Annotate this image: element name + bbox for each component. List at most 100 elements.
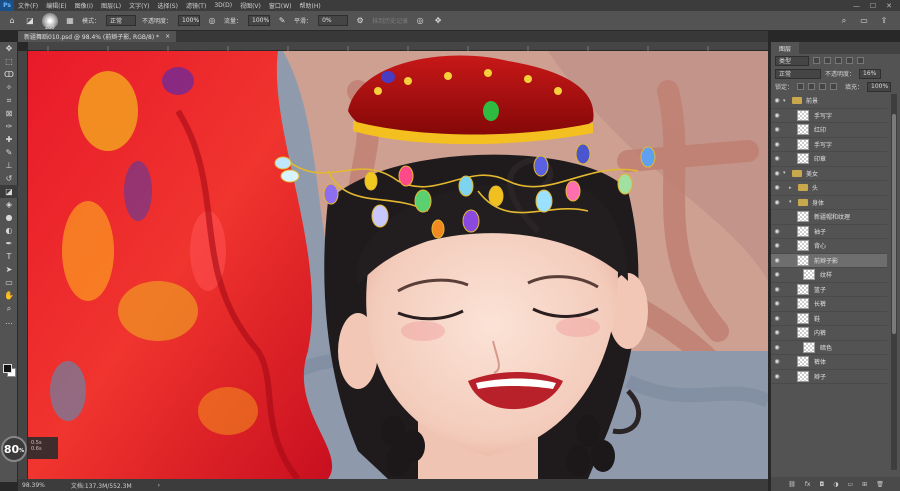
- type-tool-icon[interactable]: T: [0, 250, 18, 263]
- layer-filter-select[interactable]: 类型: [775, 55, 809, 66]
- document-tab[interactable]: 新疆舞蹈010.psd @ 98.4% (前辫子影, RGB/8) * ×: [18, 31, 177, 42]
- history-brush-icon[interactable]: ↺: [0, 172, 18, 185]
- frame-tool-icon[interactable]: ⊠: [0, 107, 18, 120]
- pressure-size-icon[interactable]: ◎: [414, 15, 426, 27]
- marquee-tool-icon[interactable]: ⬚: [0, 55, 18, 68]
- lock-image-icon[interactable]: [808, 83, 816, 90]
- layer-row[interactable]: ◉ 袖子: [771, 225, 887, 239]
- lock-position-icon[interactable]: [819, 83, 827, 90]
- visibility-eye-icon[interactable]: ◉: [771, 315, 783, 322]
- eraser-tool-icon[interactable]: ◪: [0, 185, 18, 198]
- pen-tool-icon[interactable]: ✒: [0, 237, 18, 250]
- eyedropper-icon[interactable]: ✑: [0, 120, 18, 133]
- flow-field[interactable]: 100%: [248, 15, 271, 26]
- layer-row[interactable]: ◉ 手写字: [771, 138, 887, 152]
- filter-type-icon[interactable]: [835, 57, 842, 64]
- layer-row[interactable]: ◉ 红印: [771, 123, 887, 138]
- visibility-eye-icon[interactable]: ◉: [771, 358, 783, 365]
- filter-adjust-icon[interactable]: [824, 57, 831, 64]
- visibility-eye-icon[interactable]: ◉: [771, 155, 783, 162]
- layer-group-row[interactable]: ◉ ▾ 美女: [771, 167, 887, 181]
- lock-transparent-icon[interactable]: [797, 83, 805, 90]
- menu-layer[interactable]: 图层(L): [97, 1, 125, 10]
- layer-row[interactable]: ◉ 纹样: [771, 268, 887, 283]
- healing-brush-icon[interactable]: ✚: [0, 133, 18, 146]
- chevron-down-icon[interactable]: ▾: [789, 199, 796, 205]
- layer-row[interactable]: ◉ 印章: [771, 152, 887, 167]
- smooth-field[interactable]: 0%: [318, 15, 349, 26]
- clone-stamp-icon[interactable]: ⊥: [0, 159, 18, 172]
- chevron-down-icon[interactable]: ▾: [783, 98, 790, 104]
- layer-group-row[interactable]: ◉ ▾ 身体: [771, 196, 887, 210]
- visibility-eye-icon[interactable]: ◉: [771, 344, 783, 351]
- new-group-icon[interactable]: ▭: [847, 481, 853, 488]
- foreground-color-swatch[interactable]: [3, 364, 12, 373]
- erase-to-history-checkbox[interactable]: 抹到历史记录: [372, 16, 408, 25]
- color-swatches[interactable]: [3, 364, 16, 377]
- close-window-icon[interactable]: ✕: [886, 2, 892, 10]
- visibility-eye-icon[interactable]: ◉: [771, 242, 783, 249]
- menu-help[interactable]: 帮助(H): [296, 1, 325, 10]
- menu-select[interactable]: 选择(S): [153, 1, 182, 10]
- layers-scrollbar[interactable]: [891, 94, 897, 470]
- layer-row[interactable]: ◉ 背心: [771, 239, 887, 254]
- brush-tool-icon[interactable]: ✎: [0, 146, 18, 159]
- fx-icon[interactable]: fx: [805, 481, 811, 488]
- layer-row[interactable]: ◉ 前辫子影: [771, 253, 887, 268]
- layer-row[interactable]: ◉ 裤体: [771, 355, 887, 370]
- pressure-opacity-icon[interactable]: ◎: [206, 15, 218, 27]
- visibility-eye-icon[interactable]: ◉: [771, 97, 783, 104]
- menu-edit[interactable]: 编辑(E): [42, 1, 70, 10]
- lock-all-icon[interactable]: [830, 83, 838, 90]
- layer-row[interactable]: 新疆帽和纹理: [771, 210, 887, 225]
- visibility-eye-icon[interactable]: ◉: [771, 329, 783, 336]
- visibility-eye-icon[interactable]: ◉: [771, 199, 783, 206]
- zoom-tool-icon[interactable]: ⌕: [0, 302, 18, 315]
- layer-row[interactable]: ◉ 鞋: [771, 312, 887, 326]
- visibility-eye-icon[interactable]: ◉: [771, 300, 783, 307]
- layer-group-row[interactable]: ◉ ▾ 前景: [771, 94, 887, 109]
- visibility-eye-icon[interactable]: ◉: [771, 112, 783, 119]
- status-zoom[interactable]: 98.39%: [22, 482, 45, 489]
- layer-opacity-field[interactable]: 16%: [859, 68, 882, 79]
- layers-scroll-thumb[interactable]: [892, 114, 896, 334]
- chevron-right-icon[interactable]: ›: [158, 482, 160, 489]
- tab-layers[interactable]: 图层: [771, 42, 800, 54]
- brush-preset-picker[interactable]: 200: [42, 12, 58, 31]
- blend-mode-select[interactable]: 正常: [775, 68, 821, 79]
- blur-tool-icon[interactable]: ●: [0, 211, 18, 224]
- layer-row[interactable]: ◉ 篮子: [771, 283, 887, 297]
- lasso-tool-icon[interactable]: ↀ: [0, 68, 18, 81]
- menu-window[interactable]: 窗口(W): [265, 1, 296, 10]
- visibility-eye-icon[interactable]: ◉: [771, 184, 783, 191]
- paint-bucket-icon[interactable]: ◈: [0, 198, 18, 211]
- close-tab-icon[interactable]: ×: [165, 33, 170, 40]
- layer-group-row[interactable]: ◉ ▸ 头: [771, 181, 887, 196]
- visibility-eye-icon[interactable]: ◉: [771, 170, 783, 177]
- dodge-tool-icon[interactable]: ◐: [0, 224, 18, 237]
- document-canvas[interactable]: [28, 51, 768, 479]
- trash-icon[interactable]: 🗑: [876, 481, 884, 488]
- menu-view[interactable]: 视图(V): [236, 1, 265, 10]
- layer-row[interactable]: ◉ 暗色: [771, 341, 887, 355]
- mask-icon[interactable]: ◘: [819, 481, 824, 488]
- brush-settings-icon[interactable]: ▦: [64, 15, 76, 27]
- mode-select[interactable]: 正常: [106, 15, 137, 26]
- eraser-tool-icon[interactable]: ◪: [24, 15, 36, 27]
- visibility-eye-icon[interactable]: ◉: [771, 286, 783, 293]
- gear-icon[interactable]: ⚙: [354, 15, 366, 27]
- filter-pixel-icon[interactable]: [813, 57, 820, 64]
- layer-row[interactable]: ◉ 辫子: [771, 370, 887, 384]
- share-icon[interactable]: ⇪: [878, 15, 890, 27]
- link-icon[interactable]: ⛓: [788, 481, 796, 488]
- menu-image[interactable]: 图像(I): [71, 1, 97, 10]
- visibility-eye-icon[interactable]: ◉: [771, 228, 783, 235]
- opacity-field[interactable]: 100%: [178, 15, 201, 26]
- zoom-indicator[interactable]: 80%: [1, 436, 27, 462]
- chevron-right-icon[interactable]: ▸: [789, 185, 796, 191]
- menu-file[interactable]: 文件(F): [14, 1, 42, 10]
- move-tool-icon[interactable]: ✥: [0, 42, 18, 55]
- layer-row[interactable]: ◉ 内裤: [771, 326, 887, 341]
- hand-tool-icon[interactable]: ✋: [0, 289, 18, 302]
- home-icon[interactable]: ⌂: [6, 15, 18, 27]
